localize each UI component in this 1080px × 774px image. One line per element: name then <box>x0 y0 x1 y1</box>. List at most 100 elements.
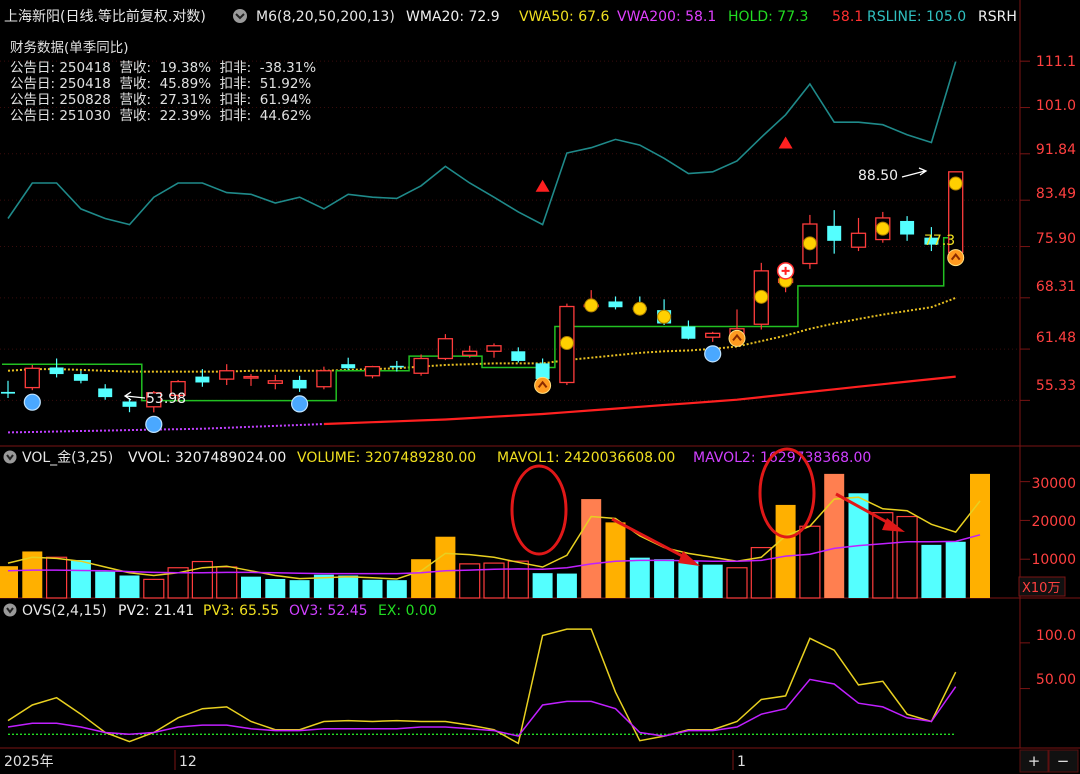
volume-unit-label: X10万 <box>1022 581 1060 596</box>
rsline-value: RSLINE: 105.0 <box>867 9 966 25</box>
yellow-dot-icon <box>802 236 817 251</box>
candle-body <box>49 367 64 375</box>
wma20-value: WMA20: 72.9 <box>406 9 500 25</box>
candle-body <box>437 338 454 360</box>
volume-bar <box>702 564 723 598</box>
volume-bar <box>119 575 140 598</box>
volume-bar <box>241 576 261 598</box>
candle-body <box>900 220 915 235</box>
volume-bar <box>824 473 845 598</box>
candle-body <box>122 401 137 407</box>
candle-body <box>195 376 210 383</box>
volume-bar <box>143 578 165 599</box>
settings-gear-icon[interactable] <box>233 9 247 23</box>
candle-body <box>73 374 88 381</box>
candle-body <box>608 301 623 308</box>
candle-body <box>389 365 404 368</box>
rsrh-label: RSRH <box>978 9 1017 25</box>
price-tick-label: 55.33 <box>1036 378 1076 394</box>
volume-bar <box>629 557 650 598</box>
ovs-tick-label: 50.00 <box>1036 672 1076 688</box>
price-tick-label: 111.1 <box>1036 54 1076 70</box>
volume-bar <box>289 580 310 598</box>
candle <box>24 364 40 391</box>
volume-bar <box>921 544 942 598</box>
volume-bar <box>799 525 821 599</box>
finance-row: 公告日: 250418 营收: 45.89% 扣非: 51.92% <box>10 76 311 92</box>
candle-body <box>243 375 259 379</box>
price-tick-label: 83.49 <box>1036 186 1076 202</box>
mavol1-value: MAVOL1: 2420036608.00 <box>497 450 675 466</box>
vvol-value: VVOL: 3207489024.00 <box>128 450 286 466</box>
blue-ball-icon <box>291 395 309 413</box>
chart-title[interactable]: 上海新阳(日线.等比前复权.对数) <box>4 8 206 25</box>
candle-body <box>267 380 283 384</box>
candle-body <box>511 351 526 361</box>
stock-chart-window: 上海新阳(日线.等比前复权.对数) M6(8,20,50,200,13) WMA… <box>0 0 1080 774</box>
volume-tick-label: 30000 <box>1031 476 1076 492</box>
finance-title: 财务数据(单季同比) <box>10 40 129 56</box>
orange-up-icon <box>534 376 552 394</box>
yellow-dot-icon <box>875 221 890 236</box>
price-tick-label: 68.31 <box>1036 279 1076 295</box>
pv2-value: PV2: 21.41 <box>118 603 194 619</box>
zoom-out-button[interactable]: − <box>1048 749 1079 773</box>
finance-row: 公告日: 250828 营收: 27.31% 扣非: 61.94% <box>10 92 311 108</box>
yellow-dot-icon <box>754 289 769 304</box>
volume-settings-gear-icon[interactable] <box>3 450 17 464</box>
yellow-dot-icon <box>584 298 599 313</box>
blue-ball-icon <box>23 393 41 411</box>
volume-bar <box>750 546 772 599</box>
volume-tick-label: 20000 <box>1031 514 1076 530</box>
ovs-indicator-name[interactable]: OVS(2,4,15) <box>22 603 107 619</box>
candle-body <box>413 357 429 374</box>
ovs-tick-label: 100.0 <box>1036 628 1076 644</box>
volume-panel-header: VOL_金(3,25) VVOL: 3207489024.00 VOLUME: … <box>3 450 871 466</box>
ovs-settings-gear-icon[interactable] <box>3 603 17 617</box>
price-tick-label: 101.0 <box>1036 98 1076 114</box>
volume-bar <box>678 561 699 598</box>
volume-bar <box>386 580 407 598</box>
price-tick-label: 91.84 <box>1036 142 1076 158</box>
candle-body <box>24 367 40 389</box>
candle-body <box>462 350 478 356</box>
volume-bar <box>726 567 748 599</box>
candle <box>364 365 381 379</box>
candle-body <box>341 364 356 369</box>
candle-body <box>98 388 113 398</box>
volume-bar <box>775 504 796 598</box>
zoom-in-button[interactable]: + <box>1019 749 1049 773</box>
candle-body <box>1 391 15 394</box>
volume-bar <box>581 499 602 598</box>
ex-value: EX: 0.00 <box>378 603 437 619</box>
candle-body <box>316 370 332 388</box>
time-tick-label: 2025年 <box>4 754 54 770</box>
candle-body <box>486 345 502 352</box>
candle-body <box>850 232 867 248</box>
candle-body <box>827 225 842 241</box>
orange-up-icon <box>728 329 746 347</box>
volume-bar <box>654 559 675 598</box>
candle-body <box>535 363 550 380</box>
volume-indicator-name[interactable]: VOL_金(3,25) <box>22 450 113 466</box>
ov3-value: OV3: 52.45 <box>289 603 368 619</box>
hold-secondary-value: 58.1 <box>832 9 863 25</box>
volume-value: VOLUME: 3207489280.00 <box>297 450 476 466</box>
volume-bar <box>605 522 626 598</box>
indicator-name[interactable]: M6(8,20,50,200,13) <box>256 9 395 25</box>
zoom-in-label: + <box>1028 752 1041 770</box>
candle-body <box>705 332 721 338</box>
volume-bar <box>70 559 91 598</box>
time-tick-label: 1 <box>737 754 746 770</box>
blue-ball-icon <box>704 345 722 363</box>
yellow-dot-icon <box>948 176 963 191</box>
volume-bar <box>483 562 505 599</box>
vwa200-value: VWA200: 58.1 <box>617 9 716 25</box>
hold-value: HOLD: 77.3 <box>728 9 808 25</box>
volume-bar <box>265 578 286 598</box>
volume-bar <box>945 541 966 598</box>
vwa50-value: VWA50: 67.6 <box>519 9 609 25</box>
blue-ball-icon <box>145 415 163 433</box>
time-tick-label: 12 <box>179 754 197 770</box>
low-price-label: 53.98 <box>146 391 186 407</box>
